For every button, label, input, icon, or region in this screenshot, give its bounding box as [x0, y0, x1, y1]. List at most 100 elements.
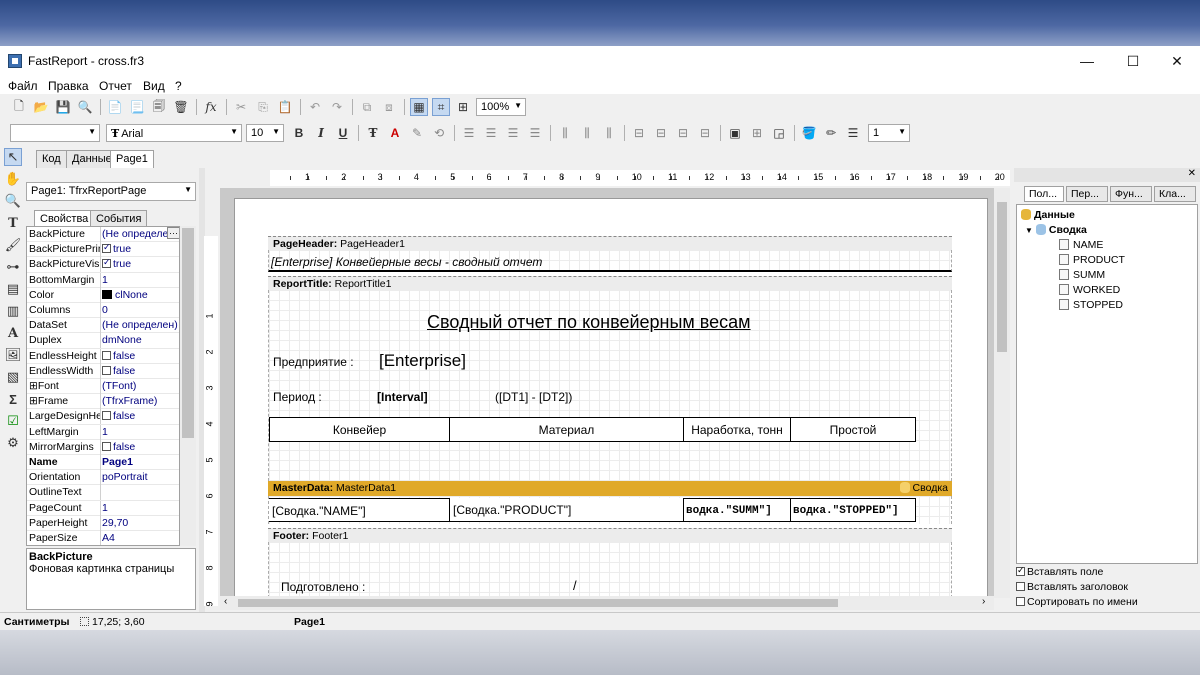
undo-icon[interactable]: ↶ [306, 98, 324, 116]
tree-field[interactable]: WORKED [1059, 284, 1120, 296]
property-row[interactable]: BackPictureVisibletrue [27, 257, 179, 273]
header-cell-downtime[interactable]: Простой [790, 417, 916, 442]
preview-icon[interactable]: 🔍 [76, 98, 94, 116]
property-value[interactable]: poPortrait [102, 471, 179, 483]
prepared-label[interactable]: Подготовлено : [281, 580, 365, 594]
property-row[interactable]: BackPicturePrintabletrue [27, 242, 179, 258]
property-row[interactable]: DataSet (Не определен) [27, 318, 179, 334]
tree-field[interactable]: STOPPED [1059, 299, 1123, 311]
menu-report[interactable]: Отчет [99, 79, 132, 93]
band-tool-icon[interactable]: ⊶ [4, 258, 22, 276]
copy-icon[interactable]: ⎘ [254, 98, 272, 116]
tree-field[interactable]: SUMM [1059, 269, 1105, 281]
frame-bottom-icon[interactable]: ⊟ [652, 124, 670, 142]
property-row[interactable]: PageCount 1 [27, 500, 179, 516]
enterprise-label[interactable]: Предприятие : [273, 355, 354, 369]
period-value[interactable]: [Interval] [377, 390, 428, 404]
pageheader-band[interactable]: [Enterprise] Конвейерные весы - сводный … [268, 250, 952, 272]
save-icon[interactable]: 💾 [54, 98, 72, 116]
period-label[interactable]: Период : [273, 390, 322, 404]
bold-icon[interactable]: B [290, 124, 308, 142]
italic-icon[interactable]: I [312, 124, 330, 142]
zoom-tool-icon[interactable]: 🔍 [4, 192, 22, 210]
tab-variables[interactable]: Пер... [1066, 186, 1108, 202]
align-justify-icon[interactable]: ☰ [526, 124, 544, 142]
open-file-icon[interactable]: 📂 [32, 98, 50, 116]
shadow-icon[interactable]: ◲ [770, 124, 788, 142]
reporttitle-band[interactable]: Сводный отчет по конвейерным весам Предп… [268, 290, 952, 486]
property-row[interactable]: BackPicture (Не определен) ··· [27, 227, 179, 243]
report-page-icon[interactable]: ▤ [4, 280, 22, 298]
font-color-icon[interactable]: A [386, 124, 404, 142]
ungroup-icon[interactable]: ⧈ [380, 98, 398, 116]
enterprise-value[interactable]: [Enterprise] [379, 351, 466, 371]
property-value[interactable]: dmNone [102, 334, 179, 346]
font-size-select[interactable]: 10 ▼ [246, 124, 284, 142]
date-range[interactable]: ([DT1] - [DT2]) [495, 390, 572, 404]
property-value[interactable]: Page1 [102, 456, 179, 468]
frame-none-icon[interactable]: ⊞ [748, 124, 766, 142]
fill-color-icon[interactable]: 🪣 [800, 124, 818, 142]
workspace-vertical-scrollbar[interactable] [994, 188, 1010, 598]
data-cell-product[interactable]: [Сводка."PRODUCT"] [449, 498, 684, 522]
data-cell-name[interactable]: [Сводка."NAME"] [269, 498, 450, 522]
tab-functions[interactable]: Фун... [1110, 186, 1152, 202]
property-value[interactable]: false [102, 441, 179, 453]
property-value[interactable]: false [102, 365, 179, 377]
frame-color-icon[interactable]: ✏ [822, 124, 840, 142]
tab-fields[interactable]: Пол... [1024, 186, 1064, 202]
select-tool-icon[interactable]: ↖ [4, 148, 22, 166]
menu-view[interactable]: Вид [143, 79, 165, 93]
align-left-icon[interactable]: ☰ [460, 124, 478, 142]
property-row[interactable]: PaperSize A4 [27, 531, 179, 545]
ellipsis-button[interactable]: ··· [167, 227, 179, 239]
close-button[interactable]: ✕ [1154, 46, 1200, 76]
paste-icon[interactable]: 📋 [276, 98, 294, 116]
font-name-select[interactable]: Ŧ Arial ▼ [106, 124, 242, 142]
tree-dataset[interactable]: ▼ Сводка [1025, 224, 1087, 236]
signature-slash[interactable]: / [573, 578, 577, 593]
frame-top-icon[interactable]: ⊟ [630, 124, 648, 142]
zoom-select[interactable]: 100% ▼ [476, 98, 526, 116]
sum-icon[interactable]: Σ [4, 390, 22, 408]
data-cell-summ[interactable]: водка."SUMM"] [683, 498, 791, 522]
property-row[interactable]: ⊞Font (TFont) [27, 379, 179, 395]
masterdata-band[interactable]: [Сводка."NAME"] [Сводка."PRODUCT"] водка… [268, 496, 952, 524]
property-row[interactable]: Name Page1 [27, 455, 179, 471]
fit-to-grid-icon[interactable]: ⊞ [454, 98, 472, 116]
highlight-icon[interactable]: ✎ [408, 124, 426, 142]
option-sort-by-name[interactable]: Сортировать по имени [1016, 596, 1138, 608]
align-top-icon[interactable]: ⫼ [556, 124, 574, 142]
property-value[interactable]: clNone [102, 289, 179, 301]
tab-classes[interactable]: Кла... [1154, 186, 1196, 202]
redo-icon[interactable]: ↷ [328, 98, 346, 116]
minimize-button[interactable]: — [1064, 46, 1110, 76]
band-header-masterdata[interactable]: MasterData: MasterData1 Сводка [268, 481, 952, 496]
frame-right-icon[interactable]: ⊟ [696, 124, 714, 142]
expand-icon[interactable]: ⊞ [29, 395, 38, 407]
checkbox[interactable] [102, 243, 111, 254]
property-value[interactable]: 1 [102, 274, 179, 286]
property-value[interactable]: A4 [102, 532, 179, 544]
frame-all-icon[interactable]: ▣ [726, 124, 744, 142]
style-select[interactable]: ▼ [10, 124, 100, 142]
align-middle-icon[interactable]: ⫼ [578, 124, 596, 142]
property-row[interactable]: LargeDesignHeightfalse [27, 409, 179, 425]
property-value[interactable]: true [102, 243, 179, 255]
menu-file[interactable]: Файл [8, 79, 38, 93]
new-dialog-icon[interactable]: 🗐 [150, 98, 168, 116]
menu-help[interactable]: ? [175, 79, 182, 93]
text-tool-icon[interactable]: T [4, 214, 22, 232]
tab-code[interactable]: Код [36, 150, 67, 168]
frame-style-icon[interactable]: ☰ [844, 124, 862, 142]
databand-object-icon[interactable]: ▧ [4, 368, 22, 386]
workspace-horizontal-scrollbar[interactable]: ‹ › [220, 596, 994, 610]
new-report-icon[interactable]: 📄 [106, 98, 124, 116]
property-value[interactable]: 1 [102, 502, 179, 514]
band-header-pageheader[interactable]: PageHeader: PageHeader1 [268, 236, 952, 250]
band-header-footer[interactable]: Footer: Footer1 [268, 528, 952, 542]
property-value[interactable]: 0 [102, 304, 179, 316]
property-row[interactable]: LeftMargin 1 [27, 424, 179, 440]
subreport-icon[interactable]: ▥ [4, 302, 22, 320]
property-row[interactable]: MirrorMargins false [27, 439, 179, 455]
